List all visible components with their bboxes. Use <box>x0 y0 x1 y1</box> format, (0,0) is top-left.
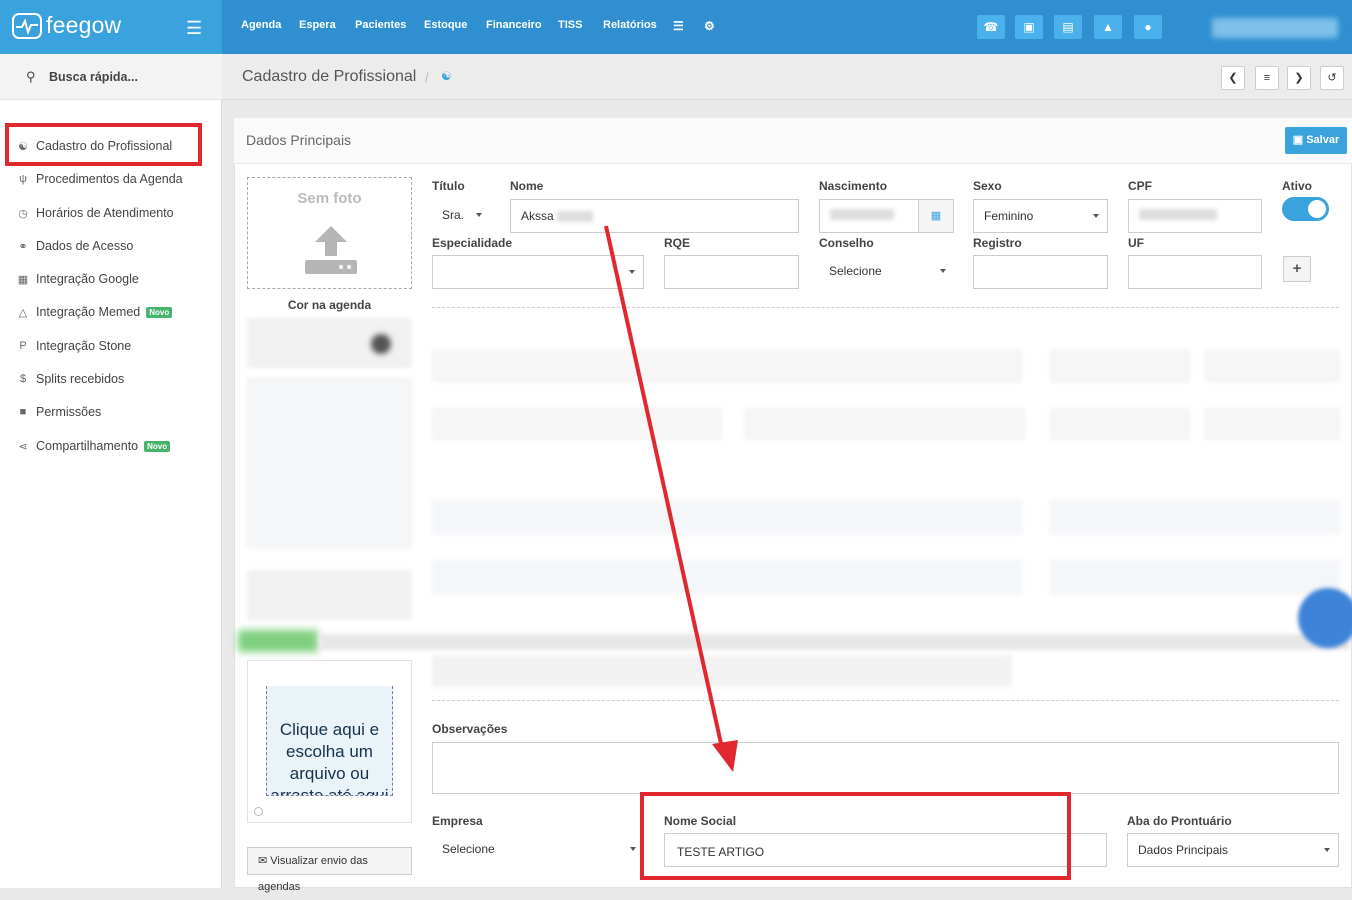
annotation-arrow <box>604 225 738 772</box>
